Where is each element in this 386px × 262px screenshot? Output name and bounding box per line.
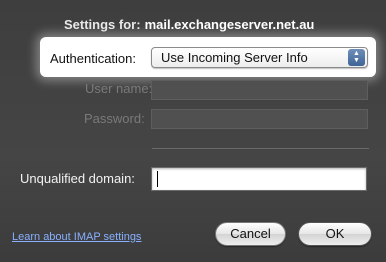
popup-arrows-icon: ▲ ▼	[348, 49, 365, 66]
separator	[152, 148, 369, 149]
authentication-label: Authentication:	[50, 51, 137, 66]
username-label: User name:	[85, 81, 153, 96]
authentication-selected-value: Use Incoming Server Info	[161, 50, 308, 65]
settings-sheet: Settings for: mail.exchangeserver.net.au …	[0, 0, 386, 262]
authentication-popup[interactable]: Use Incoming Server Info ▲ ▼	[151, 47, 368, 68]
cancel-button[interactable]: Cancel	[215, 222, 286, 246]
settings-for-label: Settings for:	[64, 17, 141, 32]
username-field	[151, 80, 368, 100]
password-field	[151, 109, 368, 129]
ok-button[interactable]: OK	[298, 222, 372, 246]
text-caret	[157, 171, 158, 187]
imap-help-link[interactable]: Learn about IMAP settings	[12, 231, 141, 243]
unqualified-domain-label: Unqualified domain:	[20, 171, 135, 186]
account-host: mail.exchangeserver.net.au	[144, 17, 315, 32]
settings-for-header: Settings for: mail.exchangeserver.net.au	[64, 17, 314, 32]
password-label: Password:	[84, 111, 145, 126]
unqualified-domain-field[interactable]	[151, 167, 367, 191]
